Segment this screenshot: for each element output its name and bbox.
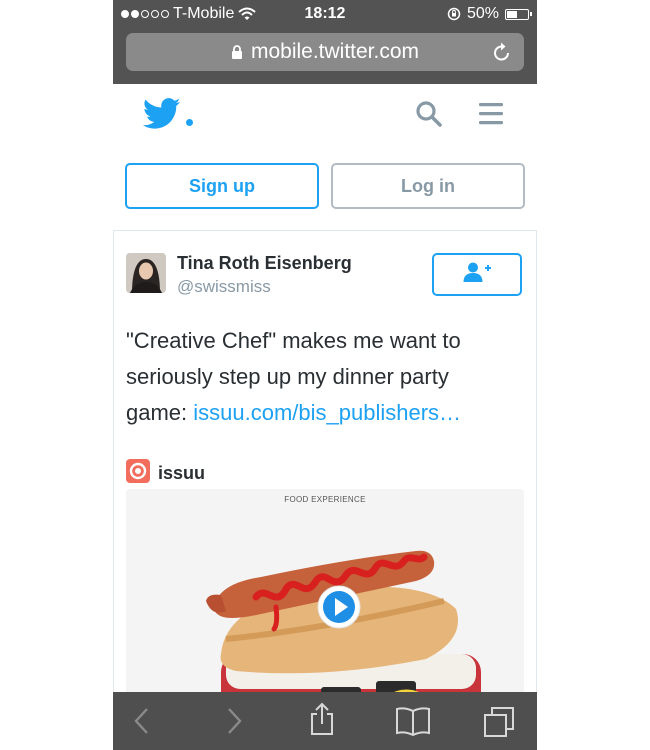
tweet-link[interactable]: issuu.com/bis_publishers… bbox=[193, 400, 461, 425]
tweet-text-line: game: issuu.com/bis_publishers… bbox=[126, 395, 526, 431]
tabs-icon[interactable] bbox=[483, 706, 515, 743]
play-button-icon[interactable] bbox=[316, 584, 362, 635]
share-icon[interactable] bbox=[308, 702, 336, 741]
battery-icon bbox=[505, 8, 532, 20]
tweet-card[interactable]: Tina Roth Eisenberg @swissmiss "Creative… bbox=[113, 230, 537, 750]
status-bar: T-Mobile 18:12 50% bbox=[113, 0, 537, 30]
menu-icon[interactable] bbox=[478, 102, 504, 131]
reload-icon[interactable] bbox=[492, 41, 512, 69]
source-name: issuu bbox=[158, 463, 206, 483]
twitter-logo-dot bbox=[186, 119, 193, 126]
issuu-logo-icon bbox=[126, 459, 150, 488]
browser-top-bar: T-Mobile 18:12 50% mobile.twitter.com bbox=[113, 0, 537, 84]
url-text: mobile.twitter.com bbox=[250, 40, 420, 63]
signup-button[interactable]: Sign up bbox=[125, 163, 319, 209]
battery-info: 50% bbox=[447, 5, 532, 23]
tweet-text-line: seriously step up my dinner party bbox=[126, 364, 449, 389]
bookmarks-icon[interactable] bbox=[395, 706, 431, 741]
tweet-text-prefix: game: bbox=[126, 400, 194, 425]
browser-toolbar bbox=[113, 692, 537, 750]
avatar[interactable] bbox=[126, 253, 166, 293]
address-bar[interactable]: mobile.twitter.com bbox=[126, 33, 524, 71]
card-source[interactable]: issuu bbox=[126, 459, 205, 488]
author-handle[interactable]: @swissmiss bbox=[177, 277, 271, 297]
back-icon[interactable] bbox=[131, 706, 153, 741]
lock-icon bbox=[231, 44, 243, 60]
twitter-bird-icon[interactable] bbox=[142, 98, 181, 135]
search-icon[interactable] bbox=[415, 100, 443, 133]
tweet-text-line: "Creative Chef" makes me want to bbox=[126, 328, 461, 353]
battery-percent: 50% bbox=[466, 5, 499, 22]
rotation-lock-icon bbox=[447, 7, 461, 21]
author-name[interactable]: Tina Roth Eisenberg bbox=[177, 253, 352, 274]
twitter-header bbox=[113, 84, 537, 148]
forward-icon[interactable] bbox=[223, 706, 245, 741]
follow-user-icon bbox=[462, 261, 492, 288]
tweet-text: "Creative Chef" makes me want to serious… bbox=[126, 323, 526, 431]
follow-button[interactable] bbox=[432, 253, 522, 296]
phone-screen: T-Mobile 18:12 50% mobile.twitter.com Si… bbox=[113, 0, 537, 750]
login-button[interactable]: Log in bbox=[331, 163, 525, 209]
